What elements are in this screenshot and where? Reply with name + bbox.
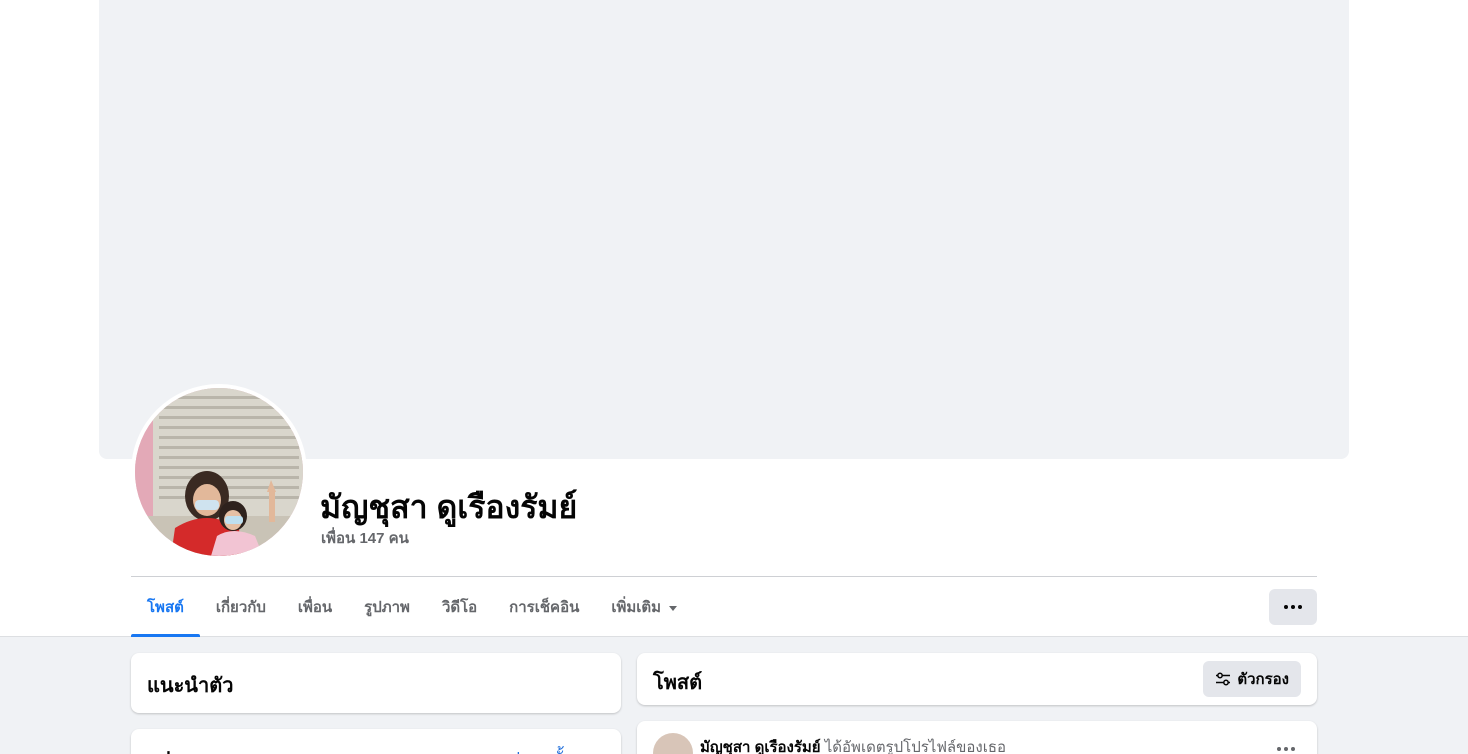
- profile-tabs: โพสต์ เกี่ยวกับ เพื่อน รูปภาพ วิดีโอ การ…: [131, 577, 693, 637]
- tab-posts[interactable]: โพสต์: [131, 577, 200, 637]
- filter-label: ตัวกรอง: [1237, 671, 1289, 688]
- tab-label: การเช็คอิน: [509, 599, 580, 616]
- intro-title: แนะนำตัว: [147, 675, 234, 697]
- tab-label: รูปภาพ: [364, 599, 410, 616]
- ellipsis-icon: [1277, 747, 1295, 751]
- photos-title: รูปภาพ: [147, 743, 208, 754]
- posts-header-card: โพสต์ ตัวกรอง: [637, 653, 1317, 705]
- caret-down-icon: [669, 605, 678, 611]
- intro-card: แนะนำตัว: [131, 653, 621, 713]
- tab-check-ins[interactable]: การเช็คอิน: [493, 577, 595, 637]
- posts-title: โพสต์: [653, 672, 703, 694]
- tab-more[interactable]: เพิ่มเติม: [595, 577, 693, 637]
- friend-count-link[interactable]: เพื่อน 147 คน: [321, 526, 409, 550]
- tab-videos[interactable]: วิดีโอ: [426, 577, 493, 637]
- tab-label: โพสต์: [147, 599, 184, 616]
- tab-label: เกี่ยวกับ: [215, 599, 266, 616]
- post-header: มัญชุสา ดูเรืองรัมย์ ได้อัพเดตรูปโปรไฟล์…: [700, 735, 1006, 754]
- ellipsis-icon: [1284, 605, 1302, 609]
- see-all-photos-link[interactable]: ดูรูปภาพทั้งหมด: [489, 745, 605, 754]
- post-options-button[interactable]: [1277, 747, 1295, 751]
- tab-label: วิดีโอ: [441, 599, 478, 616]
- filter-sliders-icon: [1216, 672, 1231, 686]
- post-action-text: ได้อัพเดตรูปโปรไฟล์ของเธอ: [824, 739, 1007, 754]
- tab-friends[interactable]: เพื่อน: [282, 577, 348, 637]
- tab-label: เพิ่มเติม: [611, 599, 662, 616]
- filter-button[interactable]: ตัวกรอง: [1203, 661, 1301, 697]
- tab-photos[interactable]: รูปภาพ: [348, 577, 426, 637]
- post-author-avatar[interactable]: [653, 733, 693, 754]
- profile-photo-image: [135, 388, 303, 556]
- profile-picture[interactable]: [131, 384, 307, 560]
- post-card: มัญชุสา ดูเรืองรัมย์ ได้อัพเดตรูปโปรไฟล์…: [637, 721, 1317, 754]
- tab-label: เพื่อน: [297, 599, 333, 616]
- post-author-link[interactable]: มัญชุสา ดูเรืองรัมย์: [700, 739, 821, 754]
- more-options-button[interactable]: [1269, 589, 1317, 625]
- photos-card: รูปภาพ ดูรูปภาพทั้งหมด: [131, 729, 621, 754]
- tab-about[interactable]: เกี่ยวกับ: [200, 577, 282, 637]
- cover-photo[interactable]: [99, 0, 1349, 459]
